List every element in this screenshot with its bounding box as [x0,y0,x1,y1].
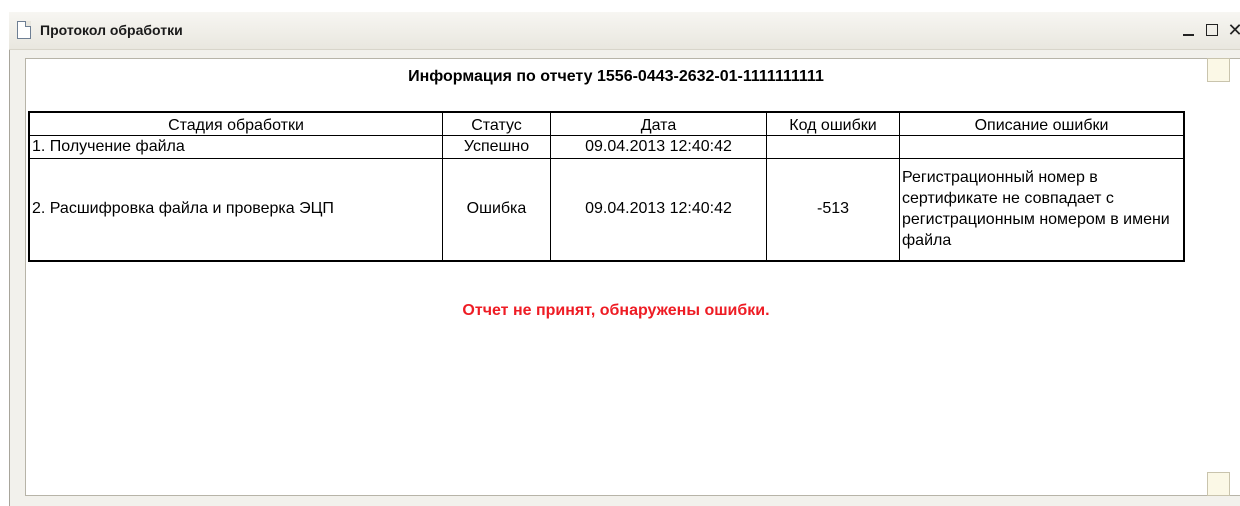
maximize-icon [1206,24,1218,36]
column-header-date: Дата [550,111,767,136]
cell-error-code: -513 [766,158,900,261]
column-header-error-code: Код ошибки [766,111,900,136]
cell-stage: 2. Расшифровка файла и проверка ЭЦП [28,158,443,261]
result-message: Отчет не принят, обнаружены ошибки. [462,302,770,319]
minimize-button[interactable] [1179,19,1199,41]
processing-stages-table: Стадия обработки Статус Дата Код ошибки … [28,111,1185,262]
content-frame: Информация по отчету 1556-0443-2632-01-1… [9,50,1240,506]
cell-date: 09.04.2013 12:40:42 [550,135,767,159]
table-row: 1. Получение файла Успешно 09.04.2013 12… [28,135,1185,159]
column-header-error-description: Описание ошибки [899,111,1185,136]
cell-status: Успешно [442,135,551,159]
scroll-up-button[interactable] [1207,58,1230,82]
scroll-down-button[interactable] [1207,472,1230,496]
cell-date: 09.04.2013 12:40:42 [550,158,767,261]
cell-error-description [899,135,1185,159]
document-icon [17,21,31,39]
title-bar[interactable]: Протокол обработки ✕ [9,12,1240,50]
column-header-status: Статус [442,111,551,136]
cell-error-description: Регистрационный номер в сертификате не с… [899,158,1185,261]
report-heading: Информация по отчету 1556-0443-2632-01-1… [408,68,824,85]
cell-stage: 1. Получение файла [28,135,443,159]
table-row: 2. Расшифровка файла и проверка ЭЦП Ошиб… [28,158,1185,261]
window-title: Протокол обработки [40,22,183,38]
table-header-row: Стадия обработки Статус Дата Код ошибки … [28,111,1185,136]
column-header-stage: Стадия обработки [28,111,443,136]
close-icon: ✕ [1227,20,1240,40]
processing-log-window: Протокол обработки ✕ Информация по отчет… [0,0,1240,506]
cell-status: Ошибка [442,158,551,261]
cell-error-code [766,135,900,159]
close-button[interactable]: ✕ [1225,19,1240,41]
report-document: Информация по отчету 1556-0443-2632-01-1… [25,58,1240,496]
vertical-scrollbar[interactable] [1207,58,1230,496]
maximize-button[interactable] [1202,19,1222,41]
minimize-icon [1183,34,1194,36]
